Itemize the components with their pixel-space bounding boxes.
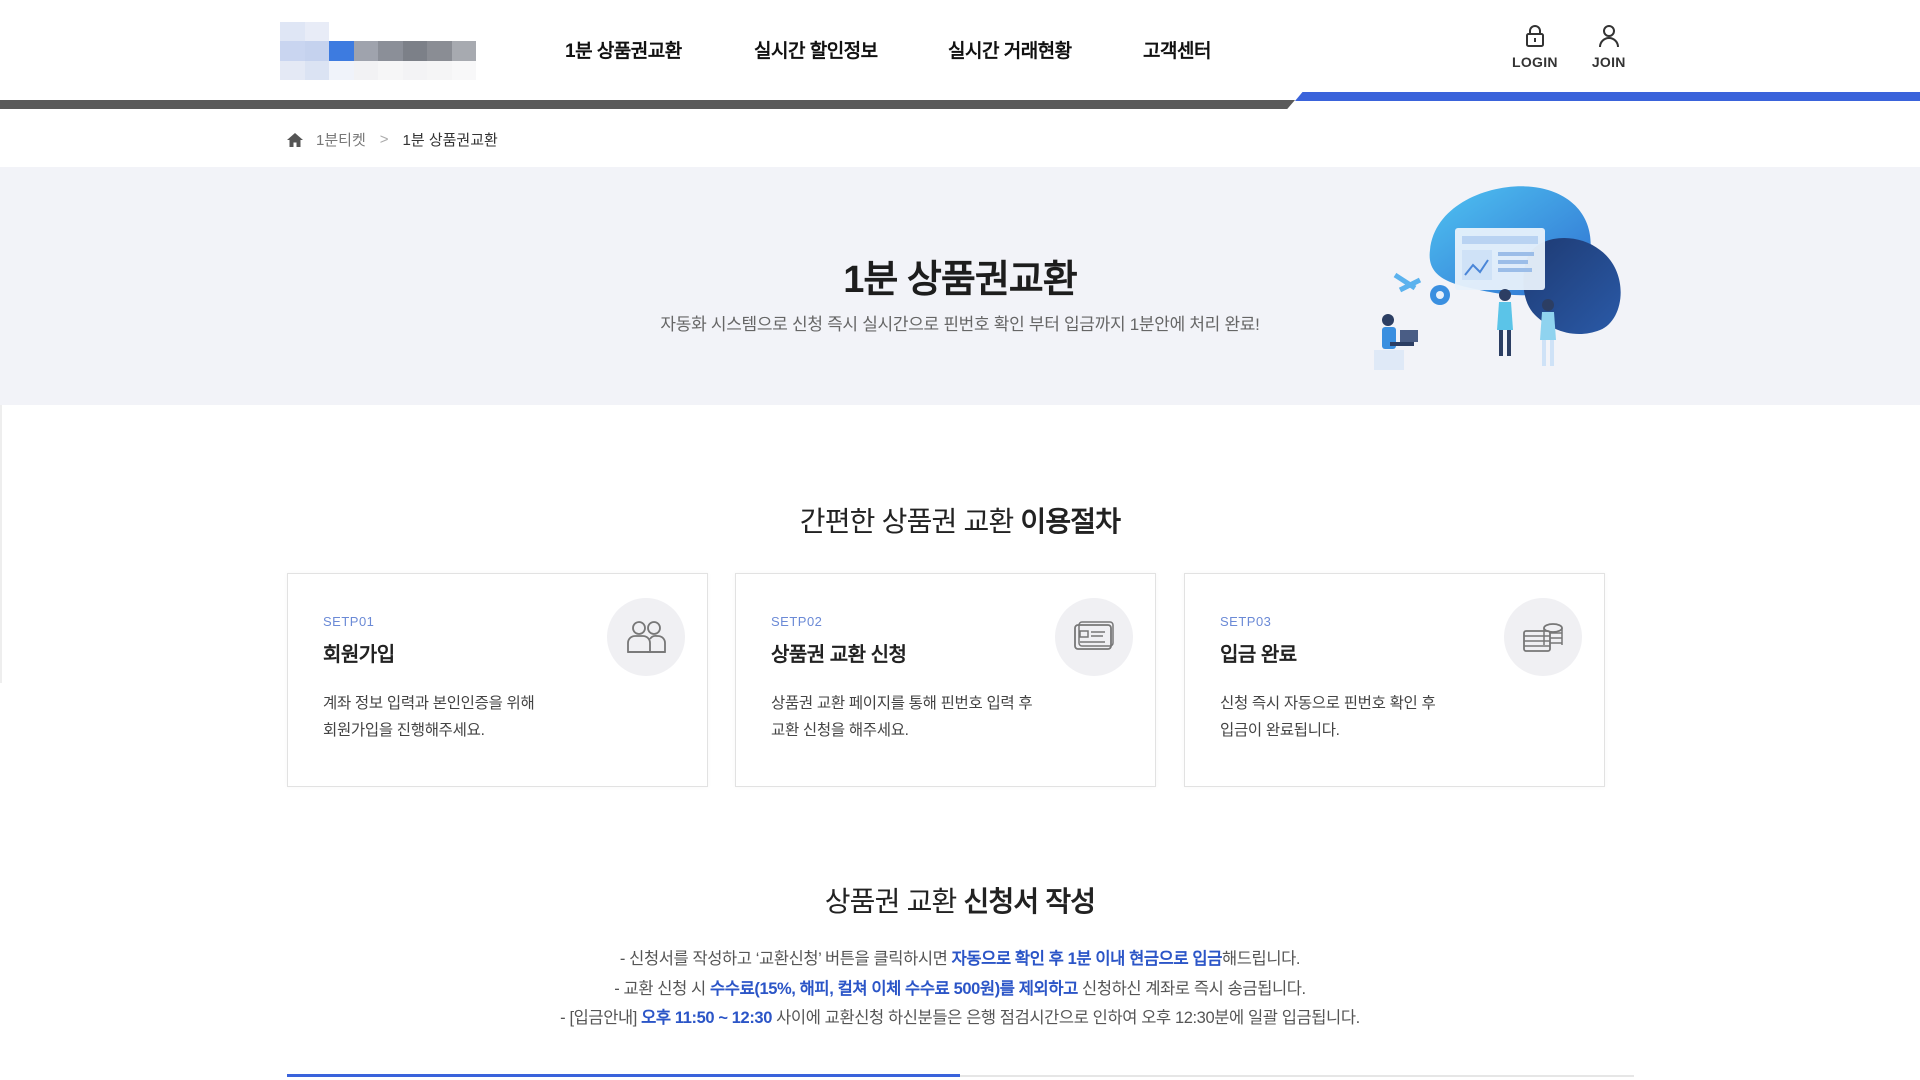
note-text: 해드립니다.	[1222, 950, 1301, 968]
main-nav: 1분 상품권교환 실시간 할인정보 실시간 거래현황 고객센터	[565, 36, 1263, 63]
note-text: - [입금안내]	[560, 1009, 642, 1027]
application-notes: - 신청서를 작성하고 ‘교환신청’ 버튼을 클릭하시면 자동으로 확인 후 1…	[0, 945, 1920, 1034]
user-icon	[1598, 25, 1619, 48]
step-description: 계좌 정보 입력과 본인인증을 위해 회원가입을 진행해주세요.	[323, 690, 623, 744]
process-section-title: 간편한 상품권 교환 이용절차	[0, 500, 1920, 540]
join-label: JOIN	[1591, 54, 1626, 70]
card-icon	[1055, 598, 1133, 676]
users-icon	[607, 598, 685, 676]
step-desc-line-1: 계좌 정보 입력과 본인인증을 위해	[323, 695, 535, 712]
step-card-1: SETP01 회원가입 계좌 정보 입력과 본인인증을 위해 회원가입을 진행해…	[287, 573, 708, 787]
lock-icon	[1525, 25, 1544, 47]
form-tab-inactive-indicator[interactable]	[960, 1075, 1634, 1077]
application-section-title: 상품권 교환 신청서 작성	[0, 880, 1920, 920]
note-line-3: - [입금안내] 오후 11:50 ~ 12:30 사이에 교환신청 하신분들은…	[0, 1004, 1920, 1034]
breadcrumb-separator: >	[379, 131, 389, 148]
site-header: 1분 상품권교환 실시간 할인정보 실시간 거래현황 고객센터 LOGIN JO…	[0, 0, 1920, 100]
nav-item-exchange[interactable]: 1분 상품권교환	[565, 36, 754, 63]
note-highlight: 오후 11:50 ~ 12:30	[641, 1009, 772, 1027]
page-edge-divider	[0, 405, 2, 683]
note-text: - 교환 신청 시	[614, 979, 711, 998]
step-number: SETP01	[323, 614, 375, 629]
application-title-bold: 신청서 작성	[963, 886, 1096, 917]
user-links: LOGIN JOIN	[1512, 24, 1626, 70]
note-highlight: 수수료(15%, 해피, 컬쳐 이체 수수료 500원)를 제외하고	[710, 979, 1078, 998]
nav-item-trade-status[interactable]: 실시간 거래현황	[948, 36, 1143, 63]
step-number: SETP02	[771, 614, 823, 629]
note-text: - 신청서를 작성하고 ‘교환신청’ 버튼을 클릭하시면	[619, 950, 952, 968]
process-title-normal: 간편한 상품권 교환	[799, 506, 1021, 537]
coins-icon	[1504, 598, 1582, 676]
step-desc-line-2: 교환 신청을 해주세요.	[771, 722, 909, 739]
step-description: 상품권 교환 페이지를 통해 핀번호 입력 후 교환 신청을 해주세요.	[771, 690, 1071, 744]
step-desc-line-2: 회원가입을 진행해주세요.	[323, 722, 485, 739]
step-card-2: SETP02 상품권 교환 신청 상품권 교환 페이지를 통해 핀번호 입력 후…	[735, 573, 1156, 787]
note-text: 사이에 교환신청 하신분들은 은행 점검시간으로 인하여 오후 12:30분에 …	[771, 1009, 1360, 1027]
step-title: 상품권 교환 신청	[771, 644, 907, 666]
nav-item-discount-info[interactable]: 실시간 할인정보	[754, 36, 948, 63]
hero-illustration	[1374, 186, 1621, 370]
step-desc-line-2: 입금이 완료됩니다.	[1220, 722, 1340, 739]
note-text: 신청하신 계좌로 즉시 송금됩니다.	[1077, 979, 1306, 998]
form-tab-active-indicator[interactable]	[287, 1074, 960, 1077]
header-divider-dark	[0, 100, 1295, 109]
application-title-normal: 상품권 교환	[824, 886, 964, 917]
breadcrumb-current: 1분 상품권교환	[402, 132, 498, 149]
step-title: 회원가입	[323, 644, 395, 666]
note-line-2: - 교환 신청 시 수수료(15%, 해피, 컬쳐 이체 수수료 500원)를 …	[0, 975, 1920, 1005]
join-button[interactable]: JOIN	[1592, 24, 1626, 70]
home-icon[interactable]	[286, 132, 304, 148]
breadcrumb: 1분티켓 > 1분 상품권교환	[286, 129, 498, 150]
note-highlight: 자동으로 확인 후 1분 이내 현금으로 입금	[951, 950, 1223, 968]
step-description: 신청 즉시 자동으로 핀번호 확인 후 입금이 완료됩니다.	[1220, 690, 1520, 744]
process-title-bold: 이용절차	[1020, 506, 1121, 537]
note-line-1: - 신청서를 작성하고 ‘교환신청’ 버튼을 클릭하시면 자동으로 확인 후 1…	[0, 945, 1920, 975]
step-number: SETP03	[1220, 614, 1272, 629]
step-title: 입금 완료	[1220, 644, 1297, 666]
breadcrumb-home[interactable]: 1분티켓	[316, 129, 366, 150]
site-logo[interactable]	[280, 22, 476, 80]
step-card-3: SETP03 입금 완료 신청 즉시 자동으로 핀번호 확인 후 입금이 완료됩…	[1184, 573, 1605, 787]
step-desc-line-1: 상품권 교환 페이지를 통해 핀번호 입력 후	[771, 695, 1033, 712]
header-divider-accent	[1295, 92, 1920, 101]
nav-item-customer-center[interactable]: 고객센터	[1143, 36, 1263, 63]
login-button[interactable]: LOGIN	[1512, 24, 1558, 70]
login-label: LOGIN	[1512, 54, 1558, 70]
step-desc-line-1: 신청 즉시 자동으로 핀번호 확인 후	[1220, 695, 1436, 712]
